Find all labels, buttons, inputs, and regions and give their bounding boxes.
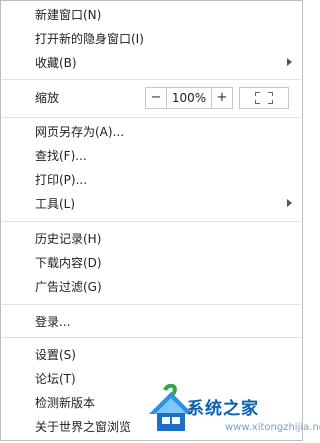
zoom-label: 缩放	[35, 91, 60, 105]
menu-item-label: 收藏(B)	[35, 56, 77, 70]
menu-item-label: 工具(L)	[35, 197, 76, 211]
submenu-arrow-icon	[287, 58, 292, 66]
menu-separator	[2, 221, 301, 222]
menu-item-tools[interactable]: 工具(L)	[35, 193, 302, 215]
fullscreen-button[interactable]	[239, 87, 289, 109]
menu-separator	[2, 79, 301, 80]
menu-item-print[interactable]: 打印(P)...	[35, 169, 302, 191]
menu-item-label: 广告过滤(G)	[35, 280, 102, 294]
browser-menu: 新建窗口(N) 打开新的隐身窗口(I) 收藏(B) 缩放 − 100% + 网页…	[0, 0, 303, 441]
menu-item-label: 查找(F)...	[35, 149, 87, 163]
menu-item-find[interactable]: 查找(F)...	[35, 145, 302, 167]
menu-item-label: 关于世界之窗浏览	[35, 420, 132, 434]
zoom-level-value: 100%	[166, 88, 212, 108]
menu-item-label: 登录...	[35, 315, 71, 329]
menu-item-label: 网页另存为(A)...	[35, 125, 125, 139]
menu-item-ad-filter[interactable]: 广告过滤(G)	[35, 276, 302, 298]
menu-separator	[2, 117, 301, 118]
menu-item-new-incognito-window[interactable]: 打开新的隐身窗口(I)	[35, 28, 302, 50]
menu-item-label: 历史记录(H)	[35, 232, 102, 246]
zoom-in-button[interactable]: +	[212, 88, 232, 108]
menu-item-login[interactable]: 登录...	[35, 311, 302, 333]
menu-item-label: 新建窗口(N)	[35, 8, 102, 22]
fullscreen-icon	[255, 92, 273, 104]
menu-item-label: 打开新的隐身窗口(I)	[35, 32, 144, 46]
menu-item-label: 检测新版本	[35, 396, 96, 410]
zoom-out-button[interactable]: −	[146, 88, 166, 108]
watermark-logo: 系统之家 www.xitongzhijia.net	[145, 383, 320, 440]
menu-item-downloads[interactable]: 下载内容(D)	[35, 252, 302, 274]
menu-item-label: 下载内容(D)	[35, 256, 102, 270]
watermark-text: 系统之家	[187, 399, 259, 419]
zoom-control: − 100% +	[145, 87, 233, 109]
menu-item-new-window[interactable]: 新建窗口(N)	[35, 4, 302, 26]
menu-item-label: 打印(P)...	[35, 173, 88, 187]
submenu-arrow-icon	[287, 199, 292, 207]
watermark-url: www.xitongzhijia.net	[225, 422, 320, 433]
menu-separator	[2, 304, 301, 305]
menu-item-history[interactable]: 历史记录(H)	[35, 228, 302, 250]
menu-item-label: 论坛(T)	[35, 372, 76, 386]
menu-item-label: 设置(S)	[35, 348, 76, 362]
menu-separator	[2, 337, 301, 338]
menu-item-save-page-as[interactable]: 网页另存为(A)...	[35, 121, 302, 143]
menu-item-bookmarks[interactable]: 收藏(B)	[35, 52, 302, 74]
menu-item-settings[interactable]: 设置(S)	[35, 344, 302, 366]
